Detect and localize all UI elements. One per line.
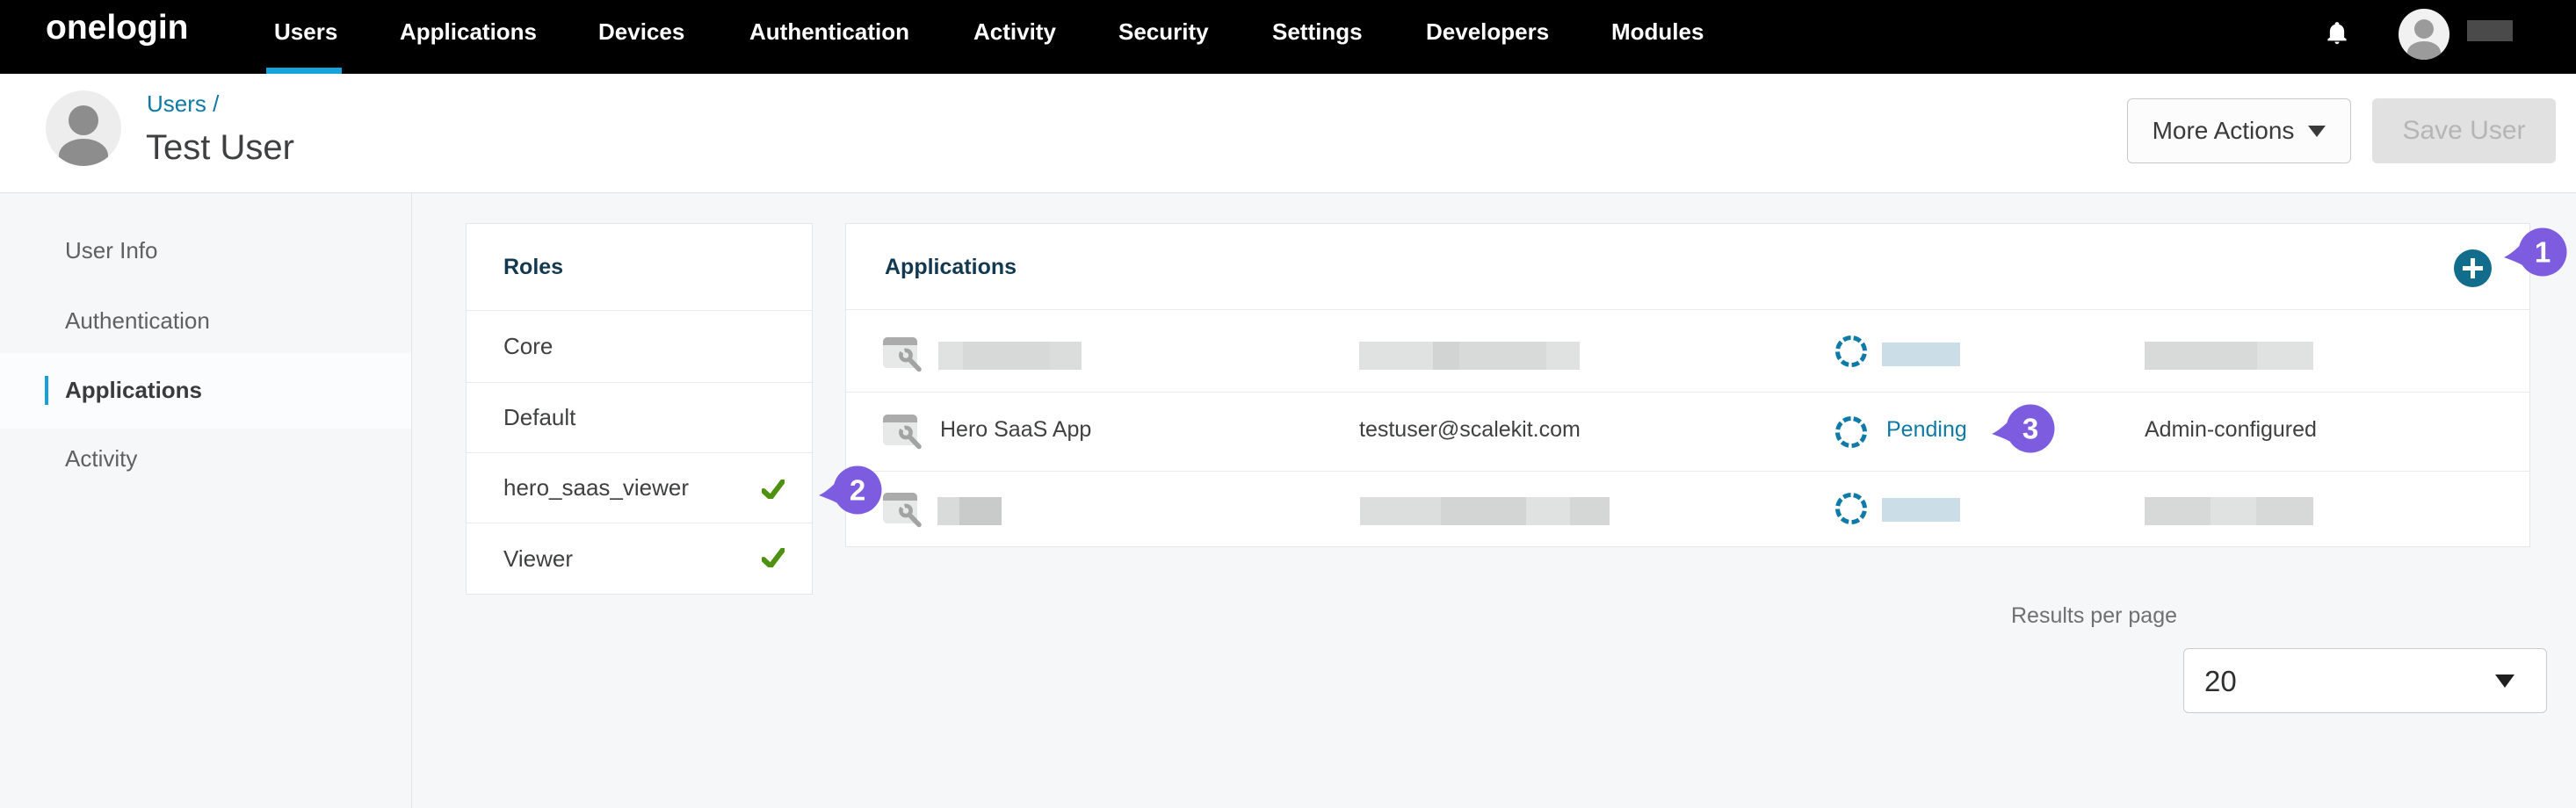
svg-text:2: 2 xyxy=(850,474,865,507)
svg-text:1: 1 xyxy=(2535,236,2551,269)
svg-text:3: 3 xyxy=(2022,413,2038,445)
